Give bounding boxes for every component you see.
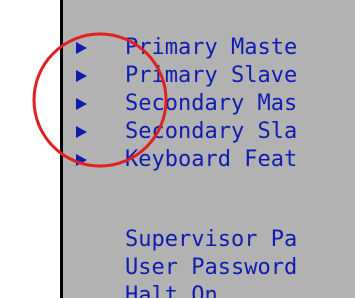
bios-main-menu-panel: Primary Maste Primary Slave Secondary Ma… xyxy=(60,0,355,298)
submenu-arrow-icon xyxy=(76,70,87,82)
menu-item-label: Primary Slave xyxy=(125,63,298,88)
menu-item-secondary-slave[interactable]: Secondary Sla xyxy=(60,120,355,144)
menu-item-label: Secondary Mas xyxy=(125,91,298,116)
menu-item-primary-slave[interactable]: Primary Slave xyxy=(60,64,355,88)
submenu-arrow-icon xyxy=(76,98,87,110)
menu-item-label: Secondary Sla xyxy=(125,119,298,144)
submenu-arrow-icon xyxy=(76,126,87,138)
menu-item-label: Primary Maste xyxy=(125,35,298,60)
menu-item-halt-on[interactable]: Halt On xyxy=(60,284,355,298)
menu-item-label: Halt On xyxy=(125,283,218,298)
submenu-arrow-icon xyxy=(76,42,87,54)
menu-item-label: Supervisor Pa xyxy=(125,227,298,252)
menu-item-supervisor-password[interactable]: Supervisor Pa xyxy=(60,228,355,252)
submenu-arrow-icon xyxy=(76,154,87,166)
menu-item-keyboard-features[interactable]: Keyboard Feat xyxy=(60,148,355,172)
menu-item-primary-master[interactable]: Primary Maste xyxy=(60,36,355,60)
bios-screen: Primary Maste Primary Slave Secondary Ma… xyxy=(0,0,355,298)
menu-item-user-password[interactable]: User Password xyxy=(60,256,355,280)
menu-item-label: Keyboard Feat xyxy=(125,147,298,172)
menu-item-secondary-master[interactable]: Secondary Mas xyxy=(60,92,355,116)
menu-item-label: User Password xyxy=(125,255,298,280)
